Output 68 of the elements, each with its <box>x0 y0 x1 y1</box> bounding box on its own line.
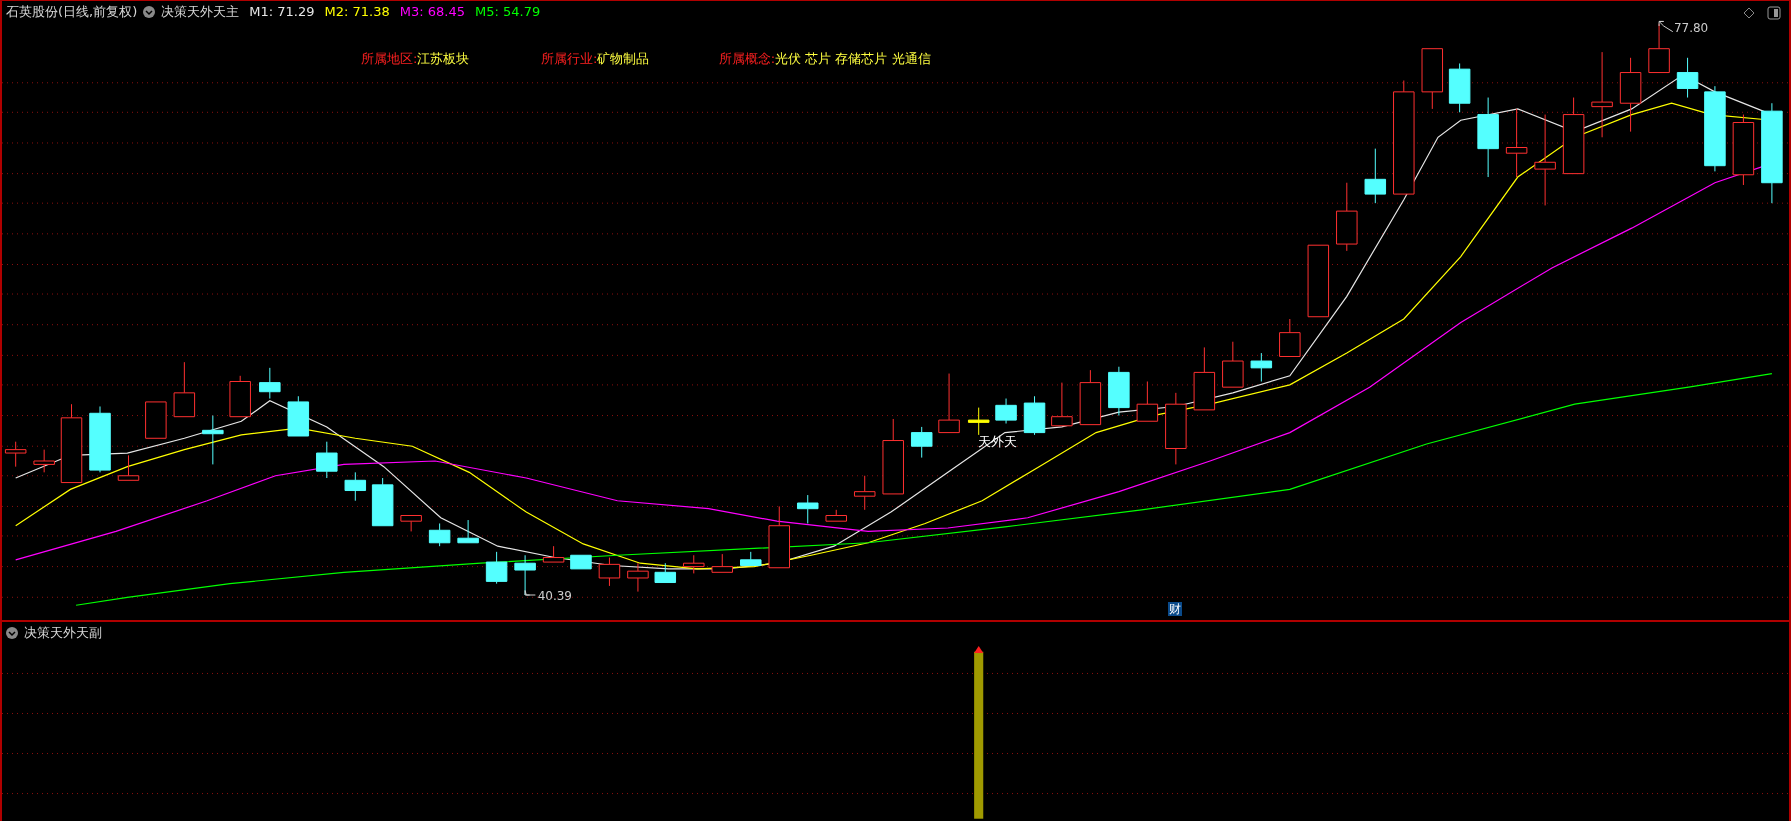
candlestick <box>1051 382 1073 427</box>
info-label: 所属地区:江苏板块 <box>361 50 470 67</box>
candlestick <box>229 375 251 418</box>
diamond-icon[interactable] <box>1743 7 1755 19</box>
candlestick <box>654 562 677 583</box>
candlestick <box>570 554 592 570</box>
candlestick <box>344 471 367 502</box>
info-label: 所属行业:矿物制品 <box>541 50 650 67</box>
panel-toggle-icon[interactable] <box>1767 6 1781 20</box>
candlestick <box>259 367 281 399</box>
indicator-title: 决策天外天主 <box>161 3 240 21</box>
candlestick <box>1079 369 1102 426</box>
candlestick <box>1676 57 1699 99</box>
candlestick <box>287 395 310 437</box>
candlestick <box>400 515 422 532</box>
candlestick <box>89 405 111 473</box>
info-label: 所属概念:光伏 芯片 存储芯片 光通信 <box>718 50 931 67</box>
signal-label: 天外天 <box>977 433 1017 449</box>
candlestick <box>853 475 876 511</box>
candlestick <box>910 426 933 459</box>
candlestick <box>202 415 224 465</box>
candlestick <box>1448 62 1471 113</box>
candlestick <box>1732 114 1755 186</box>
candlestick <box>683 554 705 574</box>
candlestick <box>1222 341 1244 388</box>
candlestick <box>316 441 338 479</box>
moving-average-reading: M2: 71.38 <box>324 3 390 21</box>
candlestick <box>1136 381 1159 422</box>
candlestick <box>740 551 762 566</box>
high-price-label: 77.80 <box>1673 21 1709 36</box>
candlestick <box>1648 23 1670 74</box>
candlestick <box>4 441 27 468</box>
candlestick <box>825 509 847 522</box>
candlestick <box>938 373 960 434</box>
candlestick <box>797 494 819 524</box>
low-price-label: 40.39 <box>537 589 572 604</box>
candlestick <box>967 407 990 436</box>
candlestick <box>1505 108 1528 178</box>
candlestick <box>1250 352 1273 382</box>
candlestick <box>768 505 790 569</box>
candlestick <box>428 522 451 547</box>
candlestick <box>173 361 196 418</box>
candlestick <box>1364 148 1387 204</box>
dropdown-icon[interactable] <box>143 6 156 18</box>
candlestick <box>371 477 394 527</box>
candlestick <box>598 557 621 587</box>
security-title: 石英股份(日线,前复权) <box>6 3 138 21</box>
candlestick <box>33 449 55 473</box>
candlestick <box>1023 395 1046 436</box>
candlestick <box>457 519 479 544</box>
candlestick <box>117 454 140 481</box>
moving-average-reading: M3: 68.45 <box>399 3 465 21</box>
finance-badge[interactable]: 财 <box>1167 601 1182 616</box>
moving-average-reading: M1: 71.29 <box>249 3 315 21</box>
candlestick <box>627 562 649 593</box>
candlestick <box>485 551 508 585</box>
candlestick <box>1279 318 1301 357</box>
candlestick <box>1193 346 1216 411</box>
candlestick <box>995 398 1017 424</box>
candlestick <box>1336 182 1358 252</box>
candlestick <box>542 545 565 563</box>
candlestick <box>1108 366 1130 417</box>
indicator-title: 决策天外天副 <box>24 624 102 642</box>
candlestick <box>1421 48 1444 110</box>
moving-average-reading: M5: 54.79 <box>475 3 541 21</box>
dropdown-icon[interactable] <box>6 627 18 639</box>
candlestick <box>145 401 167 439</box>
candlestick <box>711 553 734 573</box>
